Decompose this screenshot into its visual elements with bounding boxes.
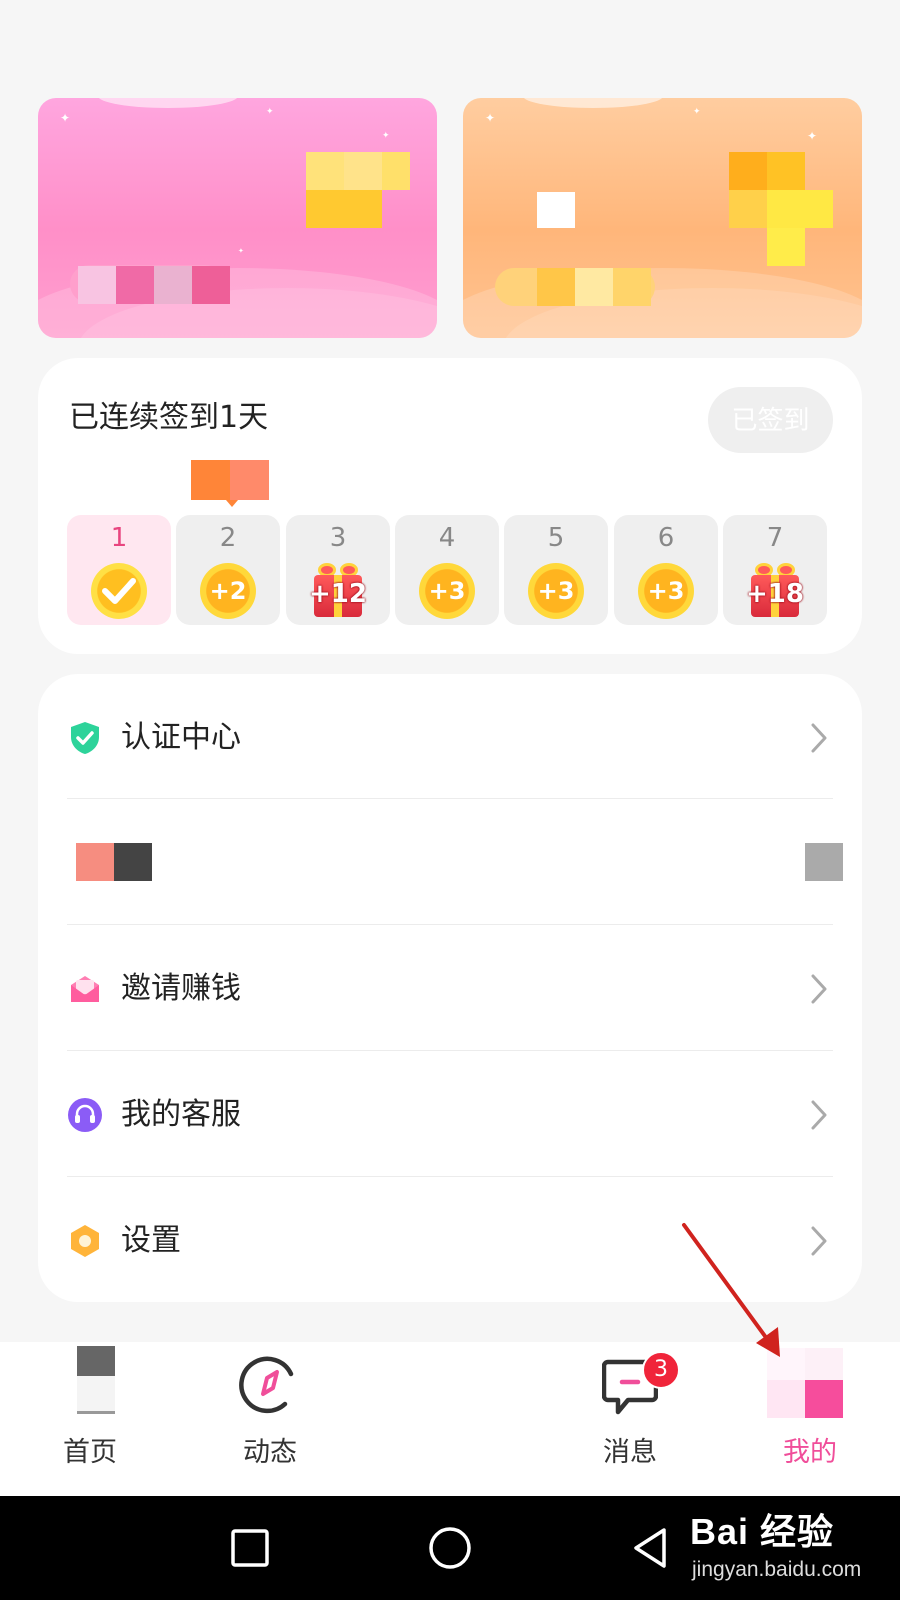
profile-icon xyxy=(805,1380,843,1418)
nav-tab-home[interactable]: 首页 xyxy=(25,1342,155,1496)
baidu-jingyan-watermark: Bai 经验 jingyan.baidu.com xyxy=(690,1510,890,1595)
menu-item-label: 邀请赚钱 xyxy=(121,971,241,1006)
checkin-day-1[interactable]: 1 xyxy=(67,515,171,625)
watermark-url: jingyan.baidu.com xyxy=(692,1558,862,1581)
check-coin-icon xyxy=(91,563,147,619)
pixelated-art xyxy=(537,192,575,228)
checkin-tooltip xyxy=(191,460,269,500)
gift-icon: +12 xyxy=(309,561,367,619)
pixelated-label xyxy=(575,268,613,306)
pixelated-art xyxy=(344,152,382,190)
pixelated-label xyxy=(154,266,192,304)
nav-label: 消息 xyxy=(603,1437,657,1468)
chevron-right-icon xyxy=(811,723,827,753)
pixelated-label xyxy=(116,266,154,304)
gear-icon xyxy=(71,1225,99,1257)
nav-label: 首页 xyxy=(63,1437,117,1468)
nav-label: 动态 xyxy=(243,1437,297,1468)
pixelated-art xyxy=(729,152,767,190)
day-number: 4 xyxy=(438,523,456,553)
day-number: 1 xyxy=(110,523,128,553)
menu-item-customer-service[interactable]: 我的客服 xyxy=(67,1051,833,1177)
menu-item-label: 设置 xyxy=(121,1223,181,1258)
gift-reward: +12 xyxy=(309,579,367,609)
day-number: 6 xyxy=(657,523,675,553)
back-button[interactable] xyxy=(630,1526,670,1570)
sparkle-icon: ✦ xyxy=(485,111,496,125)
chevron-right-icon xyxy=(811,1100,827,1130)
pixelated-art xyxy=(767,152,805,190)
home-button[interactable] xyxy=(428,1526,472,1570)
pixelated-label xyxy=(192,266,230,304)
banner-glow xyxy=(98,98,238,108)
pixelated-art xyxy=(767,228,805,266)
day-number: 3 xyxy=(329,523,347,553)
day-number: 2 xyxy=(219,523,237,553)
gift-icon: +18 xyxy=(746,561,804,619)
coin-icon: +3 xyxy=(419,563,475,619)
pixelated-label xyxy=(537,268,575,306)
chevron-right-icon xyxy=(811,974,827,1004)
coin-icon: +3 xyxy=(528,563,584,619)
menu-item-label: 认证中心 xyxy=(121,720,241,755)
day-number: 5 xyxy=(547,523,565,553)
checkin-day-4[interactable]: 4 +3 xyxy=(395,515,499,625)
pixelated-label xyxy=(613,268,651,306)
pink-banner-card[interactable]: ✦ ✦ ✦ ✦ xyxy=(38,98,437,338)
headset-icon xyxy=(68,1098,102,1132)
checkin-day-5[interactable]: 5 +3 xyxy=(504,515,608,625)
nav-tab-profile[interactable]: 我的 xyxy=(745,1342,875,1496)
sparkle-icon: ✦ xyxy=(382,131,390,141)
coin-icon: +2 xyxy=(200,563,256,619)
signed-button[interactable]: 已签到 xyxy=(708,387,833,453)
profile-icon xyxy=(767,1380,805,1418)
checkin-day-6[interactable]: 6 +3 xyxy=(614,515,718,625)
checkin-day-7[interactable]: 7 +18 xyxy=(723,515,827,625)
profile-icon xyxy=(805,1348,843,1380)
coin-icon: +3 xyxy=(638,563,694,619)
redacted-value xyxy=(805,843,843,881)
sparkle-icon: ✦ xyxy=(807,129,818,143)
nav-label: 我的 xyxy=(783,1437,837,1468)
menu-item-label: 我的客服 xyxy=(121,1097,241,1132)
envelope-icon xyxy=(71,976,99,1002)
home-icon xyxy=(77,1346,115,1376)
redacted-icon xyxy=(76,843,114,881)
pixelated-art xyxy=(767,190,833,228)
menu-item-redacted[interactable] xyxy=(67,799,843,925)
recent-apps-button[interactable] xyxy=(230,1528,270,1568)
chevron-right-icon xyxy=(811,1226,827,1256)
menu-item-verification-center[interactable]: 认证中心 xyxy=(67,674,833,800)
annotation-arrow-icon xyxy=(682,1223,780,1357)
watermark-logo: Bai 经验 xyxy=(690,1511,835,1552)
checkin-day-2[interactable]: 2 +2 xyxy=(176,515,280,625)
menu-item-invite-earn[interactable]: 邀请赚钱 xyxy=(67,925,833,1051)
compass-icon xyxy=(239,1356,294,1414)
home-icon xyxy=(77,1376,115,1414)
checkin-title: 已连续签到1天 xyxy=(69,400,269,435)
shield-check-icon xyxy=(71,722,99,754)
nav-tab-moments[interactable]: 动态 xyxy=(205,1342,335,1496)
pixelated-art xyxy=(729,190,767,228)
sparkle-icon: ✦ xyxy=(238,247,244,255)
sparkle-icon: ✦ xyxy=(266,107,274,117)
orange-banner-card[interactable]: ✦ ✦ ✦ xyxy=(463,98,862,338)
pixelated-art xyxy=(382,152,410,190)
gift-reward: +18 xyxy=(746,579,804,609)
sparkle-icon: ✦ xyxy=(60,111,71,125)
pixelated-art xyxy=(306,152,344,190)
checkin-day-3[interactable]: 3 +12 xyxy=(286,515,390,625)
sparkle-icon: ✦ xyxy=(693,107,701,117)
banner-glow xyxy=(523,98,663,108)
pixelated-art xyxy=(306,190,382,228)
tooltip-pointer xyxy=(226,500,238,507)
pixelated-label xyxy=(78,266,116,304)
redacted-label xyxy=(114,843,152,881)
day-number: 7 xyxy=(766,523,784,553)
